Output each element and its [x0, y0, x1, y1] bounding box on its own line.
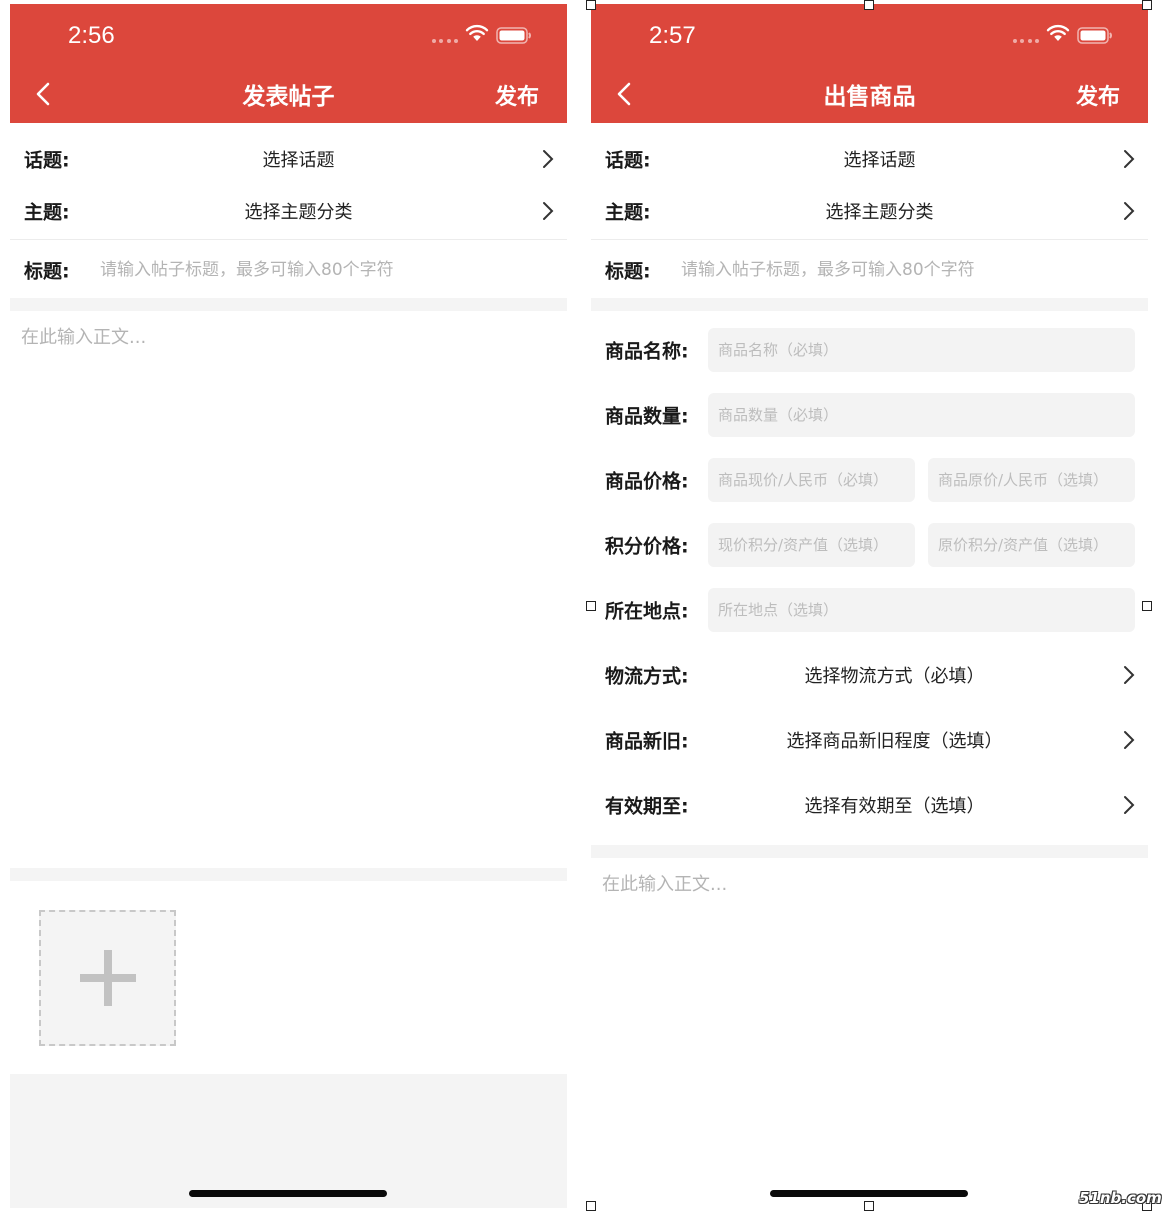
product-name-label: 商品名称: [605, 340, 689, 363]
publish-button[interactable]: 发布 [1076, 79, 1120, 111]
product-quantity-label: 商品数量: [605, 405, 689, 428]
title-label: 标题: [24, 260, 70, 283]
points-price-row: 积分价格: [591, 523, 1148, 567]
selection-handle[interactable] [864, 0, 874, 10]
back-icon[interactable] [32, 80, 56, 108]
chevron-right-icon [1124, 150, 1135, 168]
selection-handle[interactable] [586, 0, 596, 10]
subject-selector[interactable]: 主题: 选择主题分类 [591, 185, 1148, 237]
topic-value: 选择话题 [843, 150, 916, 171]
condition-label: 商品新旧: [605, 730, 689, 753]
divider [591, 239, 1148, 240]
body-textarea[interactable] [591, 858, 1148, 1178]
original-price-input[interactable] [928, 458, 1135, 502]
valid-until-selector[interactable]: 有效期至: 选择有效期至（选填） [591, 783, 1148, 827]
navigation-bar: 2:57 出售商品 发布 [591, 4, 1148, 123]
status-time: 2:56 [68, 22, 115, 49]
product-quantity-input[interactable] [708, 393, 1135, 437]
post-screen: 2:56 发表帖子 发布 话题: 选择话题 主题: 选择主题分类 标题: [10, 4, 567, 1208]
home-indicator[interactable] [770, 1190, 968, 1197]
valid-until-label: 有效期至: [605, 795, 689, 818]
chevron-right-icon [1124, 666, 1135, 684]
back-icon[interactable] [613, 80, 637, 108]
topic-selector[interactable]: 话题: 选择话题 [591, 133, 1148, 185]
product-name-input[interactable] [708, 328, 1135, 372]
condition-selector[interactable]: 商品新旧: 选择商品新旧程度（选填） [591, 718, 1148, 762]
publish-button[interactable]: 发布 [495, 79, 539, 111]
points-price-label: 积分价格: [605, 535, 689, 558]
navigation-bar: 2:56 发表帖子 发布 [10, 4, 567, 123]
wifi-icon [1046, 24, 1070, 41]
location-row: 所在地点: [591, 588, 1148, 632]
logistics-label: 物流方式: [605, 665, 689, 688]
topic-value: 选择话题 [262, 150, 335, 171]
add-image-button[interactable] [39, 910, 176, 1046]
original-points-input[interactable] [928, 523, 1135, 567]
topic-label: 话题: [605, 149, 651, 172]
location-input[interactable] [708, 588, 1135, 632]
selection-handle[interactable] [586, 601, 596, 611]
product-name-row: 商品名称: [591, 328, 1148, 372]
chevron-right-icon [543, 202, 554, 220]
status-time: 2:57 [649, 22, 696, 49]
wifi-icon [465, 24, 489, 41]
signal-dots-icon [432, 39, 458, 44]
page-title: 发表帖子 [242, 84, 335, 110]
chevron-right-icon [543, 150, 554, 168]
selection-handle[interactable] [864, 1201, 874, 1211]
subject-selector[interactable]: 主题: 选择主题分类 [10, 185, 567, 237]
title-row: 标题: [591, 242, 1148, 298]
title-input[interactable] [100, 260, 540, 280]
home-indicator[interactable] [189, 1190, 387, 1197]
condition-value: 选择商品新旧程度（选填） [786, 731, 1003, 752]
current-price-input[interactable] [708, 458, 915, 502]
subject-value: 选择主题分类 [244, 202, 353, 223]
title-label: 标题: [605, 260, 651, 283]
chevron-right-icon [1124, 731, 1135, 749]
divider [10, 239, 567, 240]
section-separator [591, 845, 1148, 858]
product-price-label: 商品价格: [605, 470, 689, 493]
title-row: 标题: [10, 242, 567, 298]
valid-until-value: 选择有效期至（选填） [804, 796, 985, 817]
section-separator [10, 298, 567, 311]
subject-label: 主题: [24, 201, 70, 224]
selection-handle[interactable] [1142, 0, 1152, 10]
selection-handle[interactable] [586, 1201, 596, 1211]
sell-product-screen: 2:57 出售商品 发布 话题: 选择话题 主题: 选择主题分类 标题: 请输入… [591, 4, 1148, 1208]
signal-dots-icon [1013, 39, 1039, 44]
current-points-input[interactable] [708, 523, 915, 567]
watermark: 51nb.com [1079, 1189, 1162, 1207]
battery-icon [496, 27, 531, 44]
logistics-value: 选择物流方式（必填） [804, 666, 985, 687]
chevron-right-icon [1124, 796, 1135, 814]
body-textarea[interactable] [10, 311, 567, 868]
battery-icon [1077, 27, 1112, 44]
plus-icon [80, 950, 136, 1006]
topic-label: 话题: [24, 149, 70, 172]
page-title: 出售商品 [823, 84, 916, 110]
selection-handle[interactable] [1142, 601, 1152, 611]
title-input[interactable] [681, 260, 1121, 280]
subject-label: 主题: [605, 201, 651, 224]
topic-selector[interactable]: 话题: 选择话题 [10, 133, 567, 185]
location-label: 所在地点: [605, 600, 689, 623]
product-price-row: 商品价格: [591, 458, 1148, 502]
logistics-selector[interactable]: 物流方式: 选择物流方式（必填） [591, 653, 1148, 697]
chevron-right-icon [1124, 202, 1135, 220]
product-quantity-row: 商品数量: [591, 393, 1148, 437]
section-separator [591, 298, 1148, 311]
subject-value: 选择主题分类 [825, 202, 934, 223]
